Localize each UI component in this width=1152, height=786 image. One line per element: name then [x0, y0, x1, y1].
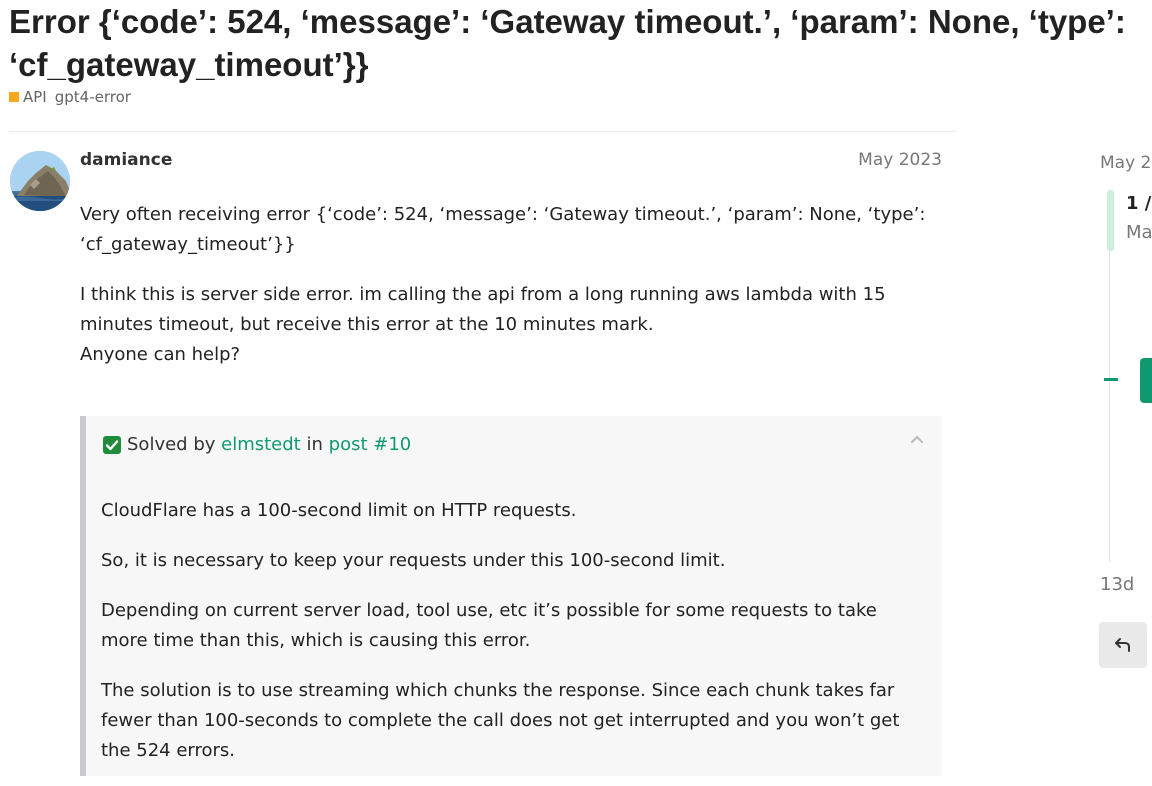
- post-body: Very often receiving error {‘code’: 524,…: [80, 200, 942, 390]
- timeline-tick: [1104, 378, 1118, 381]
- checkbox-check-icon: [103, 435, 121, 454]
- solved-paragraph: So, it is necessary to keep your request…: [101, 550, 726, 571]
- solved-prefix: Solved by: [127, 434, 216, 455]
- timeline-position: 1 /: [1126, 193, 1152, 214]
- timeline-scroll-handle[interactable]: [1107, 190, 1114, 251]
- solved-paragraph: CloudFlare has a 100-second limit on HTT…: [101, 500, 577, 521]
- reply-icon: [1115, 638, 1130, 652]
- tag-link[interactable]: gpt4-error: [55, 88, 131, 106]
- category-label: API: [23, 88, 47, 106]
- post-paragraph: Very often receiving error {‘code’: 524,…: [80, 204, 926, 255]
- timeline-jump-tab[interactable]: [1140, 358, 1152, 403]
- solved-body: CloudFlare has a 100-second limit on HTT…: [101, 496, 921, 786]
- solved-user-link[interactable]: elmstedt: [221, 434, 301, 455]
- timeline-track: [1109, 250, 1110, 562]
- post-author[interactable]: damiance: [80, 150, 172, 170]
- chevron-up-icon[interactable]: [910, 434, 924, 444]
- category-color-swatch: [9, 92, 19, 102]
- topic-tags: API gpt4-error: [9, 88, 131, 106]
- solved-paragraph: Depending on current server load, tool u…: [101, 600, 877, 651]
- category-badge[interactable]: API: [9, 88, 47, 106]
- timeline-start-date[interactable]: May 2: [1100, 153, 1151, 173]
- timeline-position-date: Ma: [1126, 222, 1152, 243]
- timeline-end-date[interactable]: 13d: [1100, 574, 1134, 595]
- avatar[interactable]: [10, 151, 70, 211]
- solved-post-link[interactable]: post #10: [329, 434, 412, 455]
- post-date[interactable]: May 2023: [858, 150, 942, 170]
- topic-title: Error {‘code’: 524, ‘message’: ‘Gateway …: [9, 3, 1126, 83]
- solved-mid: in: [306, 434, 323, 455]
- post-paragraph: I think this is server side error. im ca…: [80, 284, 886, 335]
- solved-paragraph: The solution is to use streaming which c…: [101, 680, 900, 761]
- post-paragraph: Anyone can help?: [80, 344, 241, 365]
- solved-header: Solved by elmstedt in post #10: [103, 434, 411, 455]
- solved-accepted-answer: Solved by elmstedt in post #10 CloudFlar…: [80, 416, 942, 776]
- title-divider: [9, 131, 956, 132]
- reply-button[interactable]: [1099, 622, 1147, 668]
